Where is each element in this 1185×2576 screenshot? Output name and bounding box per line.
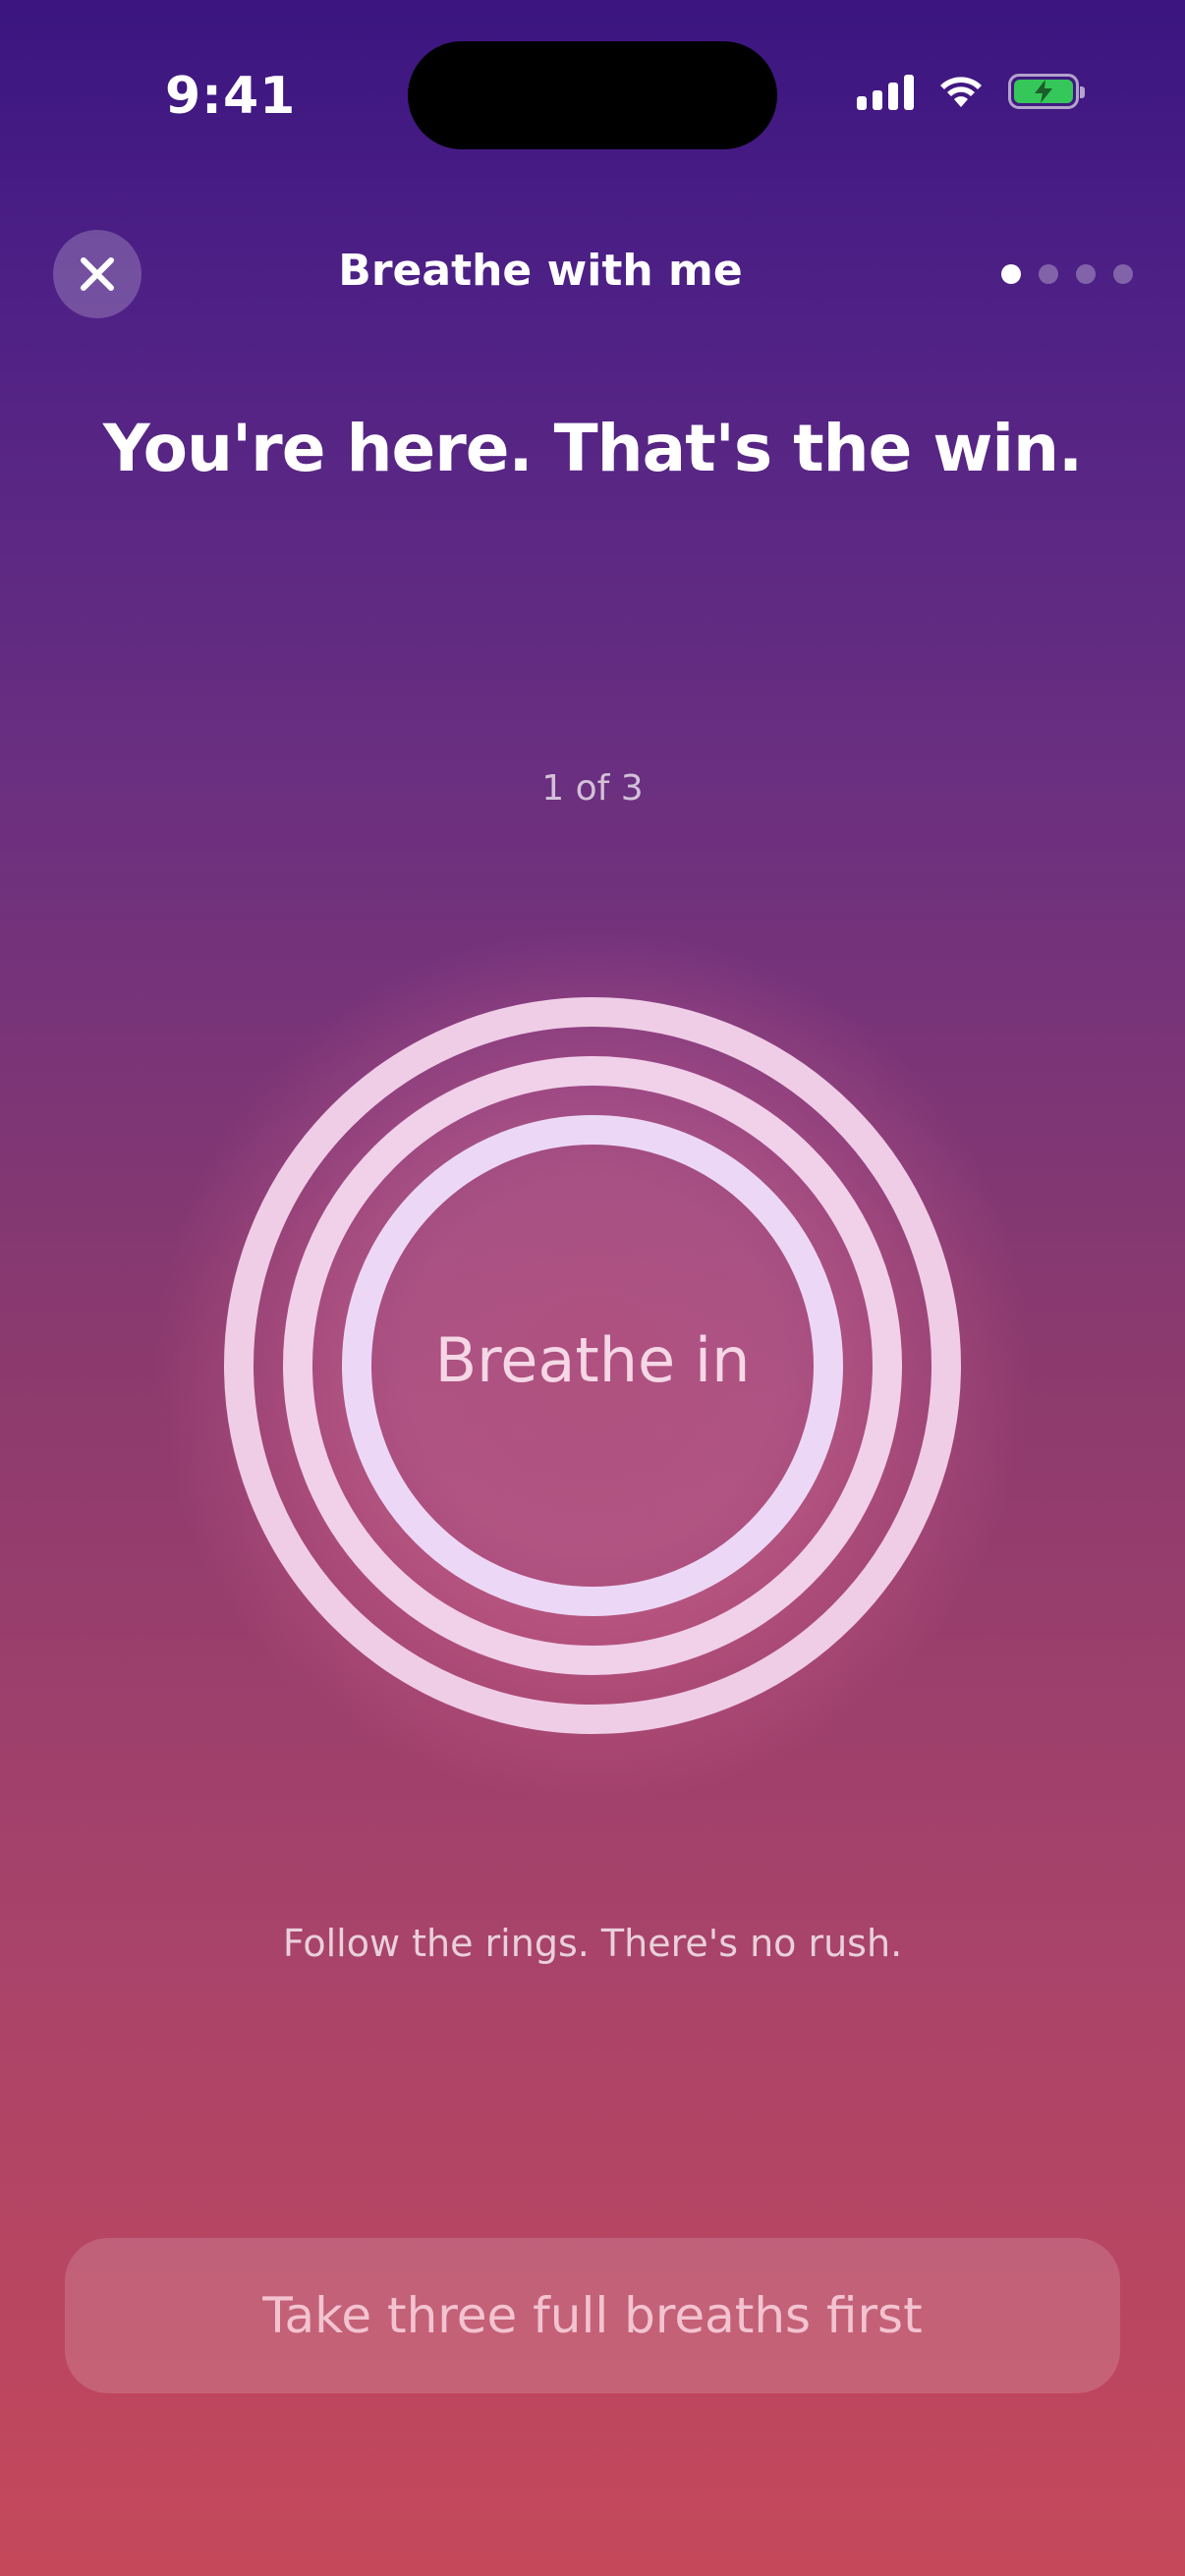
- headline: You're here. That's the win.: [102, 411, 1083, 486]
- status-icons: [857, 73, 1085, 110]
- status-time: 9:41: [165, 67, 297, 126]
- breath-counter: 1 of 3: [541, 768, 644, 809]
- signal-icon: [857, 73, 914, 110]
- step-dot-4: [1113, 264, 1133, 284]
- step-dot-1: [1001, 264, 1021, 284]
- breathing-rings: Breathe in: [150, 924, 1035, 1808]
- step-dot-3: [1076, 264, 1096, 284]
- page-title: Breathe with me: [338, 246, 743, 296]
- step-indicator: [1001, 264, 1133, 284]
- breathe-prompt: Breathe in: [434, 1324, 751, 1396]
- hint-text: Follow the rings. There's no rush.: [282, 1922, 903, 1965]
- status-bar: 9:41: [0, 0, 1185, 187]
- continue-button[interactable]: Take three full breaths first: [65, 2238, 1120, 2393]
- battery-charging-icon: [1008, 74, 1085, 109]
- wifi-icon: [940, 77, 982, 107]
- dynamic-island: [408, 41, 777, 149]
- step-dot-2: [1039, 264, 1058, 284]
